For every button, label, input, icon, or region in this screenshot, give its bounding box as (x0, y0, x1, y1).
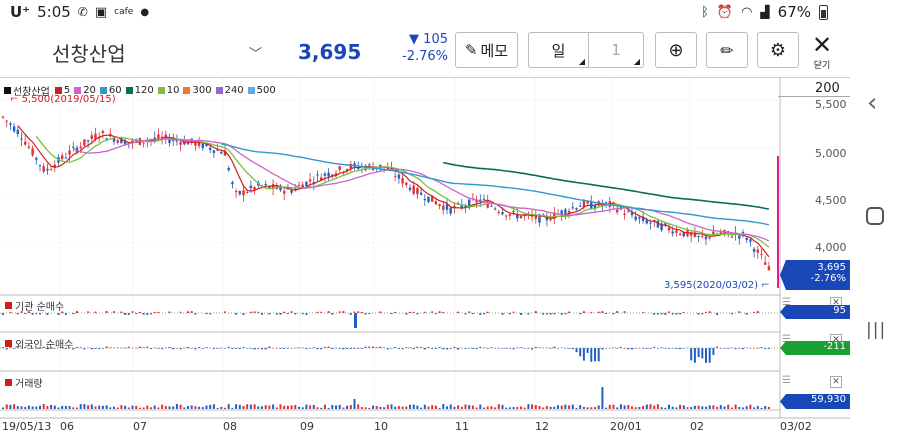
alarm-icon: ⏰ (716, 4, 734, 20)
recent-apps-icon[interactable]: ||| (866, 320, 886, 340)
chart-canvas[interactable] (0, 78, 850, 437)
legend-swatch (215, 87, 223, 94)
wifi-icon: ◠ (741, 4, 753, 20)
foreign-panel-title: 외국인 순매수 (5, 336, 73, 351)
legend-ma-120: 120 (125, 85, 154, 96)
high-price-label: ⌐ 5,500(2019/05/15) (10, 94, 116, 105)
current-price: 3,695 (298, 40, 362, 64)
period-selector[interactable]: 일 ◢ (528, 32, 588, 68)
cafe-icon: cafe (114, 7, 134, 17)
android-nav-bar: ‹ ||| (850, 0, 900, 437)
stock-selector[interactable]: 선창산업 ﹀ (52, 38, 262, 66)
price-tick: 5,500 (815, 98, 847, 111)
gear-icon: ⚙ (769, 39, 787, 61)
change-amount: 105 (423, 32, 448, 47)
period-number-input[interactable]: 1 ◢ (588, 32, 644, 68)
volume-value-tag: 59,930 (780, 394, 850, 409)
dropdown-corner-icon: ◢ (633, 57, 640, 66)
settings-button[interactable]: ⚙ (757, 32, 799, 68)
date-tick: 03/02 (780, 420, 812, 433)
legend-swatch (54, 87, 62, 94)
down-arrow-icon: ▼ (409, 32, 424, 47)
price-tick: 4,000 (815, 241, 847, 254)
institution-panel-title: 기관 순매수 (5, 298, 64, 313)
back-icon[interactable]: ‹ (867, 88, 877, 118)
date-tick: 10 (374, 420, 388, 433)
battery-label: 67% (777, 3, 811, 21)
date-tick: 02 (690, 420, 704, 433)
legend-swatch (99, 87, 107, 94)
price-tick: 5,000 (815, 147, 847, 160)
stock-name: 선창산업 (52, 41, 126, 66)
carrier-label: U⁺ (10, 3, 31, 21)
memo-button[interactable]: ✎ 메모 (455, 32, 518, 68)
call-icon: ✆ (77, 5, 88, 19)
legend-ma-300: 300 (183, 85, 212, 96)
change-block: ▼ 105 -2.76% (378, 32, 448, 64)
period-label: 일 (551, 41, 566, 60)
high-marker-icon: ⌐ (10, 94, 22, 105)
volume-panel-title: 거래량 (5, 375, 43, 390)
low-price-label: 3,595(2020/03/02) ⌐ (664, 280, 770, 291)
zoom-level[interactable]: 200 (778, 81, 850, 97)
close-button[interactable]: ✕ 닫기 (808, 32, 836, 72)
dot-icon: ● (140, 6, 150, 18)
legend-ma-10: 10 (157, 85, 179, 96)
close-icon: ✕ (811, 31, 833, 59)
foreign-value-tag: -211 (780, 341, 850, 355)
current-price-tag: 3,695 -2.76% (780, 260, 850, 290)
legend-ma-500: 500 (247, 85, 276, 96)
crosshair-button[interactable]: ⊕ (655, 32, 697, 68)
pen-icon: ✏ (720, 40, 734, 60)
chevron-down-icon: ﹀ (248, 46, 262, 62)
date-tick: 20/01 (610, 420, 642, 433)
period-number: 1 (611, 41, 621, 59)
signal-icon: ▟ (760, 5, 770, 19)
bluetooth-icon: ᛒ (701, 4, 709, 20)
legend-swatch (247, 87, 255, 94)
dropdown-corner-icon: ◢ (578, 57, 585, 66)
memo-icon: ✎ (464, 41, 478, 59)
close-label: 닫기 (813, 61, 831, 71)
clock: 5:05 (37, 3, 71, 21)
institution-value-tag: 95 (780, 305, 850, 319)
date-tick: 07 (133, 420, 147, 433)
date-tick: 19/05/13 (2, 420, 52, 433)
stock-toolbar: 선창산업 ﹀ 3,695 ▼ 105 -2.76% ✎ 메모 일 ◢ 1 ◢ ⊕… (0, 26, 850, 78)
legend-swatch (74, 87, 82, 94)
home-icon[interactable] (866, 207, 884, 225)
legend-swatch (157, 87, 165, 94)
date-tick: 09 (300, 420, 314, 433)
legend-swatch (125, 87, 133, 94)
panel-close-icon[interactable]: ✕ (830, 376, 842, 388)
legend-ma-240: 240 (215, 85, 244, 96)
battery-icon (819, 4, 828, 20)
date-tick: 11 (455, 420, 469, 433)
status-bar: U⁺ 5:05 ✆ ▣ cafe ● ᛒ ⏰ ◠ ▟ 67% (0, 0, 850, 26)
date-axis: 19/05/13 06 07 08 09 10 11 12 20/01 02 0… (0, 418, 850, 437)
memo-label: 메모 (480, 41, 509, 60)
date-tick: 08 (223, 420, 237, 433)
chart-area[interactable]: 선창산업 5 20 60 120 10 300 240 500 ⌐ 5,500(2019/05… (0, 78, 850, 437)
panel-menu-icon[interactable]: ☰ (782, 375, 791, 386)
price-tick: 4,500 (815, 194, 847, 207)
low-marker-icon: ⌐ (758, 280, 770, 291)
date-tick: 12 (535, 420, 549, 433)
crosshair-icon: ⊕ (668, 39, 684, 61)
date-tick: 06 (60, 420, 74, 433)
draw-button[interactable]: ✏ (706, 32, 748, 68)
legend-swatch (183, 87, 191, 94)
gallery-icon: ▣ (94, 4, 108, 20)
change-percent: -2.76% (402, 49, 448, 64)
